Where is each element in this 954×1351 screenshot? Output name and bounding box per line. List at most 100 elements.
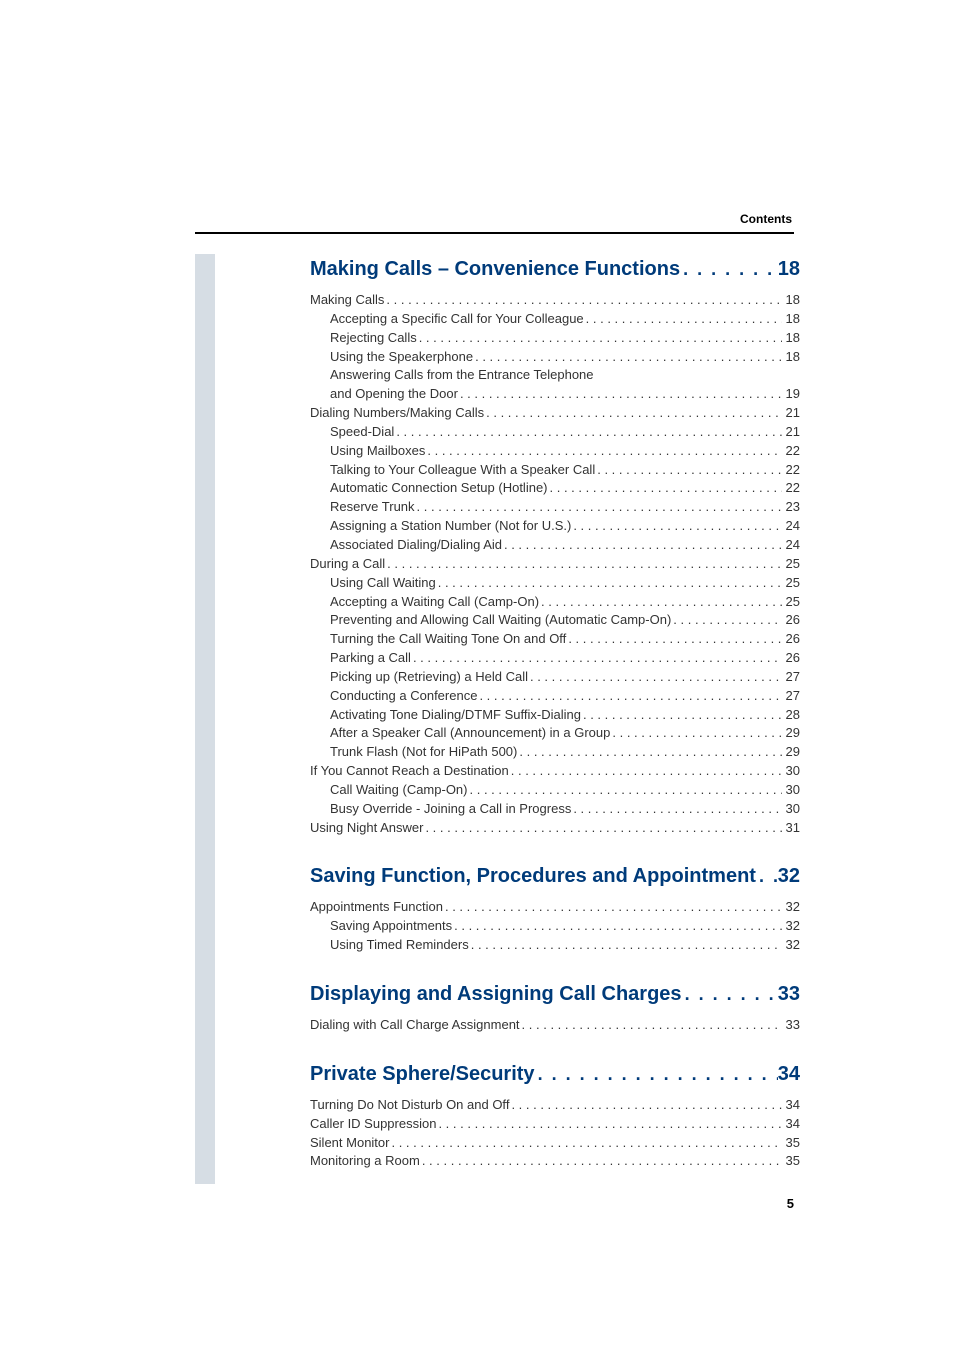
toc-entry-page: 19 <box>782 385 800 404</box>
toc-entry-label: During a Call <box>310 555 385 574</box>
toc-entry[interactable]: Assigning a Station Number (Not for U.S.… <box>310 517 800 536</box>
leader-dots <box>509 762 782 781</box>
section-title[interactable]: Displaying and Assigning Call Charges 33 <box>310 983 800 1006</box>
toc-entry[interactable]: Using Call Waiting25 <box>310 574 800 593</box>
toc-entry[interactable]: Dialing with Call Charge Assignment33 <box>310 1016 800 1035</box>
leader-dots <box>477 687 781 706</box>
toc-entry-label: Preventing and Allowing Call Waiting (Au… <box>330 611 671 630</box>
toc-entry[interactable]: Trunk Flash (Not for HiPath 500)29 <box>310 743 800 762</box>
toc-entry-label: Using Call Waiting <box>330 574 436 593</box>
toc-entry[interactable]: Associated Dialing/Dialing Aid24 <box>310 536 800 555</box>
toc-entry[interactable]: Using the Speakerphone18 <box>310 348 800 367</box>
leader-dots <box>415 498 782 517</box>
toc-entry[interactable]: If You Cannot Reach a Destination 30 <box>310 762 800 781</box>
toc-entry[interactable]: Answering Calls from the Entrance Teleph… <box>310 366 800 385</box>
leader-dots <box>548 479 782 498</box>
header-label: Contents <box>195 212 794 226</box>
leader-dots <box>468 781 782 800</box>
toc-entry-label: Activating Tone Dialing/DTMF Suffix-Dial… <box>330 706 581 725</box>
section-title-text: Private Sphere/Security <box>310 1063 535 1086</box>
toc-entry[interactable]: Parking a Call 26 <box>310 649 800 668</box>
toc-entry[interactable]: Call Waiting (Camp-On)30 <box>310 781 800 800</box>
toc-entry[interactable]: Speed-Dial21 <box>310 423 800 442</box>
leader-dots <box>443 898 782 917</box>
toc-entry[interactable]: Using Night Answer 31 <box>310 819 800 838</box>
header-rule <box>195 232 794 234</box>
toc-entry[interactable]: Using Timed Reminders32 <box>310 936 800 955</box>
sidebar-accent <box>195 254 215 1184</box>
toc-entry-page: 31 <box>782 819 800 838</box>
toc-entry[interactable]: Rejecting Calls18 <box>310 329 800 348</box>
toc-entry-page: 27 <box>782 687 800 706</box>
toc-entry-label: Conducting a Conference <box>330 687 477 706</box>
toc-entry-label: Accepting a Specific Call for Your Colle… <box>330 310 584 329</box>
toc-entry-label: Turning Do Not Disturb On and Off <box>310 1096 509 1115</box>
leader-dots <box>425 442 781 461</box>
toc-entry[interactable]: Automatic Connection Setup (Hotline) 22 <box>310 479 800 498</box>
leader-dots <box>394 423 781 442</box>
leader-dots <box>420 1152 782 1171</box>
leader-dots <box>423 819 781 838</box>
leader-dots <box>680 259 778 280</box>
toc-entry-page: 28 <box>782 706 800 725</box>
toc-entry-page: 29 <box>782 743 800 762</box>
toc-entry[interactable]: Monitoring a Room35 <box>310 1152 800 1171</box>
leader-dots <box>571 517 781 536</box>
toc-entry-label: Answering Calls from the Entrance Teleph… <box>330 366 594 385</box>
toc-entry-page: 23 <box>782 498 800 517</box>
toc-entry-label: Assigning a Station Number (Not for U.S.… <box>330 517 571 536</box>
toc-entry[interactable]: Saving Appointments32 <box>310 917 800 936</box>
toc-entry[interactable]: Picking up (Retrieving) a Held Call27 <box>310 668 800 687</box>
toc-entry[interactable]: After a Speaker Call (Announcement) in a… <box>310 724 800 743</box>
section-title[interactable]: Private Sphere/Security 34 <box>310 1063 800 1086</box>
leader-dots <box>756 866 778 887</box>
section-title-text: Saving Function, Procedures and Appointm… <box>310 865 756 888</box>
toc-entry-page: 18 <box>782 291 800 310</box>
toc-entry-label: Using Timed Reminders <box>330 936 469 955</box>
toc-entry[interactable]: Talking to Your Colleague With a Speaker… <box>310 461 800 480</box>
leader-dots <box>584 310 782 329</box>
toc-entry[interactable]: Turning Do Not Disturb On and Off34 <box>310 1096 800 1115</box>
toc-entry-label: If You Cannot Reach a Destination <box>310 762 509 781</box>
toc-entry[interactable]: Preventing and Allowing Call Waiting (Au… <box>310 611 800 630</box>
leader-dots <box>502 536 782 555</box>
toc-entry-label: Using Night Answer <box>310 819 423 838</box>
leader-dots <box>581 706 782 725</box>
leader-dots <box>595 461 781 480</box>
toc-entry[interactable]: Appointments Function32 <box>310 898 800 917</box>
toc-entry[interactable]: Reserve Trunk23 <box>310 498 800 517</box>
toc-entry-label: Turning the Call Waiting Tone On and Off <box>330 630 566 649</box>
toc-entry[interactable]: Making Calls18 <box>310 291 800 310</box>
section-title[interactable]: Making Calls – Convenience Functions 18 <box>310 258 800 281</box>
toc-entry-page: 32 <box>782 898 800 917</box>
toc-entry[interactable]: Dialing Numbers/Making Calls21 <box>310 404 800 423</box>
toc-entry-label: Automatic Connection Setup (Hotline) <box>330 479 548 498</box>
toc-entry[interactable]: Accepting a Waiting Call (Camp-On)25 <box>310 593 800 612</box>
toc-entry[interactable]: Busy Override - Joining a Call in Progre… <box>310 800 800 819</box>
toc-entry[interactable]: Caller ID Suppression34 <box>310 1115 800 1134</box>
toc-entry-page: 26 <box>782 649 800 668</box>
toc-entry-label: Dialing with Call Charge Assignment <box>310 1016 520 1035</box>
leader-dots <box>484 404 781 423</box>
toc-entry[interactable]: Using Mailboxes22 <box>310 442 800 461</box>
toc-entry[interactable]: Conducting a Conference 27 <box>310 687 800 706</box>
toc-entry-page: 30 <box>782 762 800 781</box>
toc-entry[interactable]: Accepting a Specific Call for Your Colle… <box>310 310 800 329</box>
leader-dots <box>385 555 781 574</box>
toc-entry-page: 29 <box>782 724 800 743</box>
toc-entry-page: 22 <box>782 442 800 461</box>
toc-entry[interactable]: Activating Tone Dialing/DTMF Suffix-Dial… <box>310 706 800 725</box>
toc-entry-page: 24 <box>782 536 800 555</box>
leader-dots <box>671 611 781 630</box>
toc-entry[interactable]: Silent Monitor35 <box>310 1134 800 1153</box>
toc-entry[interactable]: Turning the Call Waiting Tone On and Off… <box>310 630 800 649</box>
toc-entry-label: Parking a Call <box>330 649 411 668</box>
section-entries: Appointments Function32Saving Appointmen… <box>310 898 800 955</box>
toc-entry[interactable]: During a Call25 <box>310 555 800 574</box>
toc-entry[interactable]: and Opening the Door19 <box>310 385 800 404</box>
leader-dots <box>417 329 782 348</box>
toc-entry-page: 21 <box>782 404 800 423</box>
section-title[interactable]: Saving Function, Procedures and Appointm… <box>310 865 800 888</box>
section-page: 32 <box>778 865 800 888</box>
toc-entry-page: 22 <box>782 479 800 498</box>
